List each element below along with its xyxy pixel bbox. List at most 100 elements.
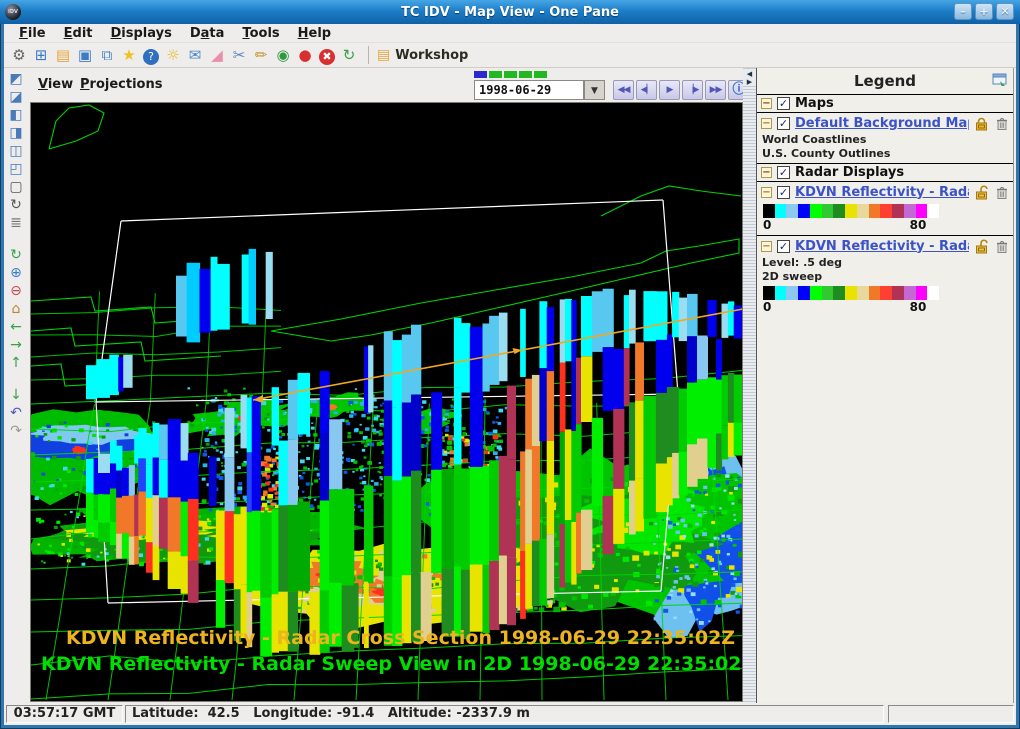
maps-section-label: Maps [795,96,834,111]
step-forward-button[interactable]: ▕▶ [682,80,703,100]
title-bar[interactable]: IDV TC IDV - Map View - One Pane – + ✕ [0,0,1020,24]
workshop-button[interactable]: ▤ Workshop [377,47,468,63]
vertical-scale-button[interactable]: ≣ [4,214,28,232]
redo-button[interactable]: ↷ [4,422,28,440]
colorbar-min-label: 0 [763,218,771,232]
sweep-colorbar[interactable] [763,286,939,300]
radar-map-canvas[interactable] [31,103,742,701]
sweep-link[interactable]: KDVN Reflectivity - Radar S... [795,239,969,254]
time-select[interactable]: 1998-06-29 22:35:02Z [474,80,584,100]
stop-icon[interactable]: ✖ [319,49,335,65]
folder-icon: ▤ [377,47,390,63]
toolbar-divider [368,46,369,64]
xsection-colorbar[interactable] [763,204,939,218]
eraser-icon[interactable]: ◢ [206,45,228,66]
view-bottom-button[interactable]: ◪ [4,88,28,106]
globe-icon[interactable]: ◉ [272,45,294,66]
lock-open-icon[interactable] [974,239,989,254]
sweep-visibility-checkbox[interactable]: ✓ [777,240,790,253]
collapse-radar-button[interactable]: − [761,167,772,178]
menu-tools[interactable]: Tools [233,24,288,43]
view-east-button[interactable]: ◨ [4,124,28,142]
menu-displays[interactable]: Displays [102,24,181,43]
rotate-view-button[interactable]: ↻ [4,196,28,214]
xsection-link[interactable]: KDVN Reflectivity - Radar C... [795,185,969,200]
float-legend-icon[interactable] [992,73,1008,88]
main-toolbar: ⚙⊞▤▣⧉★?☼✉◢✂✏◉●✖↻ ▤ Workshop [4,43,1016,68]
minimize-button[interactable]: – [954,3,972,20]
status-bar: 03:57:17 GMT Latitude: 42.5 Longitude: -… [4,703,1016,725]
maximize-button[interactable]: + [975,3,993,20]
map-view[interactable]: KDVN Reflectivity - Radar Cross Section … [30,102,743,702]
view-south-button[interactable]: ◫ [4,142,28,160]
new-window-icon[interactable]: ⊞ [30,45,52,66]
go-first-button[interactable]: ◀◀ [613,80,634,100]
cross-section-caption: KDVN Reflectivity - Radar Cross Section … [66,627,735,649]
collapse-right-icon[interactable]: ▶ [743,78,756,86]
view-north-button[interactable]: ◧ [4,106,28,124]
sweep-caption: KDVN Reflectivity - Radar Sweep View in … [41,653,743,675]
zoom-in-button[interactable]: ⊕ [4,264,28,282]
delete-display-icon[interactable] [995,239,1008,254]
toolbar-icons: ⚙⊞▤▣⧉★?☼✉◢✂✏◉●✖↻ [8,45,360,66]
maps-visibility-checkbox[interactable]: ✓ [777,97,790,110]
cut-icon[interactable]: ✂ [228,45,250,66]
favorites-icon[interactable]: ★ [118,45,140,66]
workshop-label: Workshop [395,48,468,63]
menu-view[interactable]: View [38,77,73,92]
time-dropdown-button[interactable]: ▼ [584,80,605,100]
step-back-button[interactable]: ◀▏ [636,80,657,100]
lock-closed-icon[interactable] [974,116,989,131]
collapse-xsection-button[interactable]: − [761,187,772,198]
pan-left-button[interactable]: ← [4,318,28,336]
view-top-button[interactable]: ◩ [4,70,28,88]
pan-down-button[interactable]: ↓ [4,386,28,404]
refresh-icon[interactable]: ↻ [338,45,360,66]
cursor-position-readout: Latitude: 42.5 Longitude: -91.4 Altitude… [125,705,884,723]
close-button[interactable]: ✕ [996,3,1014,20]
view-west-button[interactable]: ◰ [4,160,28,178]
home-view-button[interactable]: ⌂ [4,300,28,318]
play-button[interactable]: ▶ [659,80,680,100]
menu-help[interactable]: Help [289,24,340,43]
menu-edit[interactable]: Edit [55,24,102,43]
bgmaps-link[interactable]: Default Background Maps [795,116,969,131]
zoom-out-button[interactable]: ⊖ [4,282,28,300]
dashboard-icon[interactable]: ⚙ [8,45,30,66]
map-header: View Projections 1998-06-29 22:35:02Z ▼ … [28,68,743,102]
copy-icon[interactable]: ⧉ [96,45,118,66]
menu-data[interactable]: Data [181,24,234,43]
menu-file[interactable]: File [10,24,55,43]
support-icon[interactable]: ✉ [184,45,206,66]
perspective-button[interactable]: ▢ [4,178,28,196]
tip-icon[interactable]: ☼ [162,45,184,66]
xsection-visibility-checkbox[interactable]: ✓ [777,186,790,199]
menu-projections[interactable]: Projections [80,77,162,92]
undo-button[interactable]: ↶ [4,404,28,422]
world-coastlines-label: World Coastlines [757,133,1013,147]
radar-visibility-checkbox[interactable]: ✓ [777,166,790,179]
edit-icon[interactable]: ✏ [250,45,272,66]
record-icon[interactable]: ● [294,45,316,66]
lock-open-icon[interactable] [974,185,989,200]
collapse-sweep-button[interactable]: − [761,241,772,252]
delete-display-icon[interactable] [995,185,1008,200]
help-icon[interactable]: ? [143,49,159,65]
idv-window: IDV TC IDV - Map View - One Pane – + ✕ F… [0,0,1020,729]
bgmaps-visibility-checkbox[interactable]: ✓ [777,117,790,130]
colorbar-max-label: 80 [903,300,933,314]
panel-splitter[interactable]: ◀ ▶ [743,68,756,703]
pan-up-button[interactable]: ↑ [4,354,28,372]
go-last-button[interactable]: ▶▶ [705,80,726,100]
collapse-left-icon[interactable]: ◀ [743,70,756,78]
colorbar-max-label: 80 [903,218,933,232]
time-step-indicator [474,71,547,78]
delete-display-icon[interactable] [995,116,1008,131]
pan-right-button[interactable]: → [4,336,28,354]
status-message-box [888,705,1014,723]
collapse-maps-button[interactable]: − [761,98,772,109]
collapse-bgmaps-button[interactable]: − [761,118,772,129]
auto-rotate-button[interactable]: ↻ [4,246,28,264]
open-file-icon[interactable]: ▤ [52,45,74,66]
save-icon[interactable]: ▣ [74,45,96,66]
